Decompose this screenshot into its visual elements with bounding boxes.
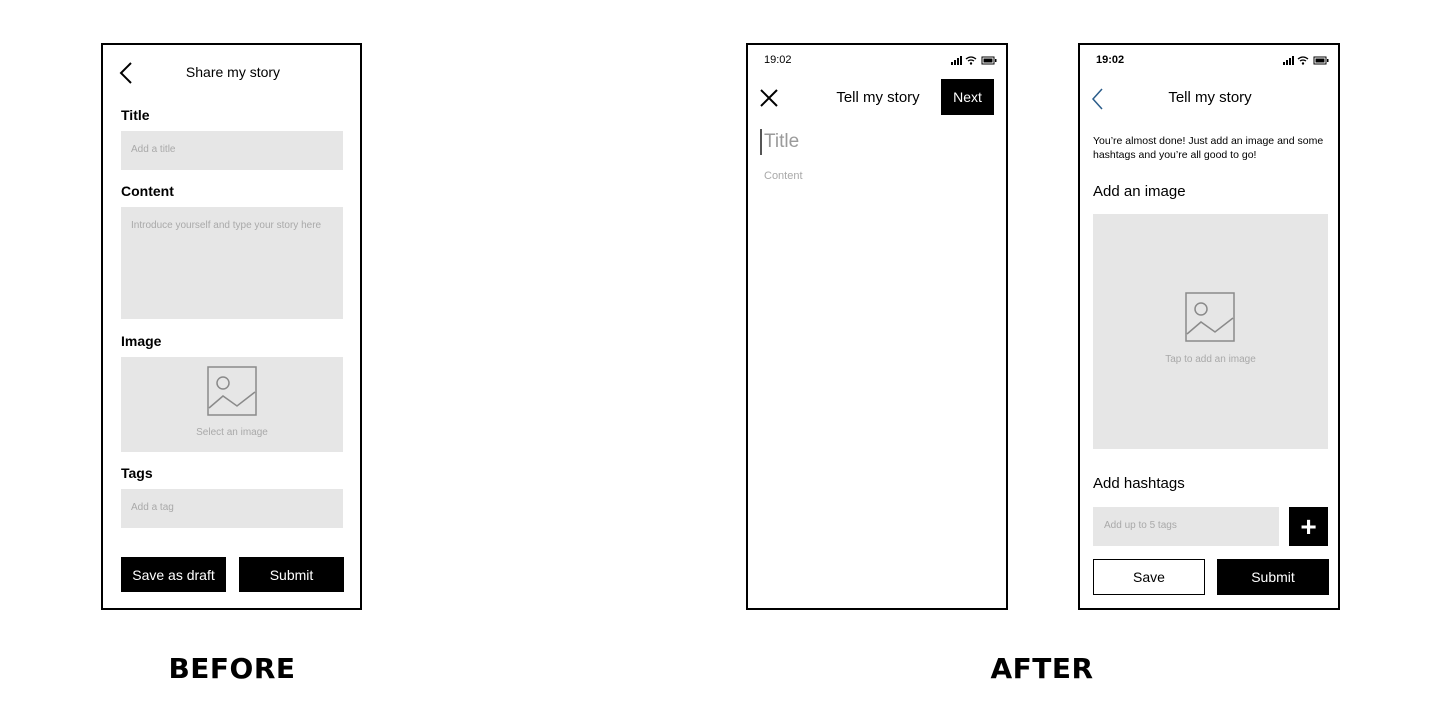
image-label: Image	[121, 333, 162, 349]
before-screen: Share my story Title Add a title Content…	[101, 43, 362, 610]
content-label: Content	[121, 183, 174, 199]
title-placeholder: Add a title	[131, 144, 176, 155]
content-textarea[interactable]: Introduce yourself and type your story h…	[121, 207, 343, 319]
close-icon[interactable]	[760, 89, 778, 107]
save-button[interactable]: Save	[1093, 559, 1205, 595]
back-chevron-icon[interactable]	[1092, 88, 1104, 110]
after-finalize-screen: 19:02 Tell my story You’re almost done! …	[1078, 43, 1340, 610]
before-caption: BEFORE	[168, 652, 296, 685]
page-title: Tell my story	[1168, 89, 1252, 106]
content-placeholder: Introduce yourself and type your story h…	[131, 220, 322, 231]
status-icons	[951, 56, 997, 65]
image-icon	[1185, 292, 1235, 342]
page-title: Tell my story	[836, 89, 920, 106]
tags-placeholder: Add a tag	[131, 502, 174, 513]
image-heading: Add an image	[1093, 183, 1186, 200]
image-picker[interactable]: Select an image	[121, 357, 343, 452]
back-chevron-icon[interactable]	[119, 61, 133, 85]
tags-label: Tags	[121, 465, 153, 481]
after-editor-screen: 19:02 Tell my story Next Title Content	[746, 43, 1008, 610]
submit-button[interactable]: Submit	[239, 557, 344, 592]
add-tag-button[interactable]: +	[1289, 507, 1328, 546]
next-button[interactable]: Next	[941, 79, 994, 115]
title-input[interactable]: Add a title	[121, 131, 343, 170]
image-picker[interactable]: Tap to add an image	[1093, 214, 1328, 449]
text-cursor	[760, 129, 762, 155]
status-icons	[1283, 56, 1329, 65]
image-placeholder: Select an image	[196, 427, 268, 438]
title-input[interactable]: Title	[764, 131, 799, 153]
hashtags-input[interactable]: Add up to 5 tags	[1093, 507, 1279, 546]
tags-input[interactable]: Add a tag	[121, 489, 343, 528]
after-caption: AFTER	[990, 652, 1094, 685]
submit-button[interactable]: Submit	[1217, 559, 1329, 595]
status-time: 19:02	[1096, 54, 1125, 66]
content-input[interactable]: Content	[764, 170, 803, 182]
save-draft-button[interactable]: Save as draft	[121, 557, 226, 592]
intro-text: You’re almost done! Just add an image an…	[1093, 135, 1324, 161]
status-time: 19:02	[764, 54, 792, 66]
page-title: Share my story	[185, 64, 281, 80]
title-label: Title	[121, 107, 150, 123]
hashtags-placeholder: Add up to 5 tags	[1104, 520, 1177, 531]
image-placeholder: Tap to add an image	[1165, 354, 1256, 365]
hashtags-heading: Add hashtags	[1093, 475, 1185, 492]
image-icon	[207, 366, 257, 416]
